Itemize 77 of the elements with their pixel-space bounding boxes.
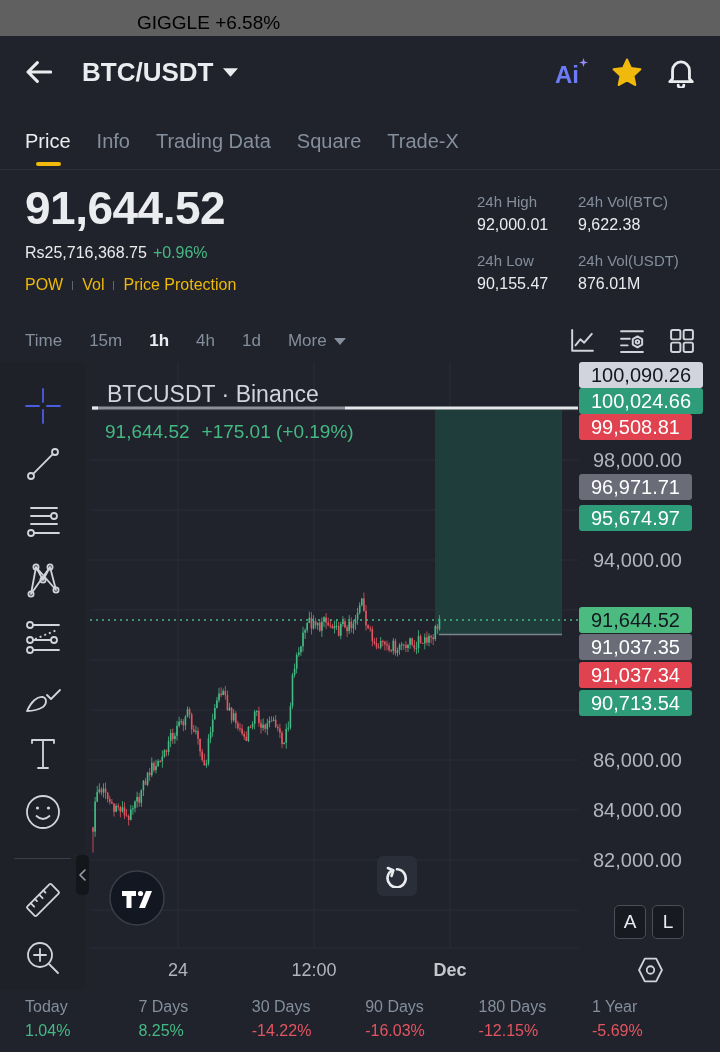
period-label: Today xyxy=(25,997,68,1017)
price-tag: 91,037.34 xyxy=(579,662,692,688)
interval-tab[interactable]: Time xyxy=(25,330,63,352)
info-link[interactable]: Vol xyxy=(82,273,105,297)
period-change: -5.69% xyxy=(591,1021,643,1041)
symbol-label: BTCUSDT · Binance xyxy=(107,381,319,407)
price-tag: 100,024.66 xyxy=(579,388,704,414)
stat-label: 24h Low xyxy=(477,251,534,271)
collapse-toolbar-button[interactable] xyxy=(76,855,89,895)
stat-label: 24h High xyxy=(477,192,538,212)
price-tag: 91,037.35 xyxy=(579,634,692,660)
price-tag: 95,674.97 xyxy=(579,505,692,531)
reset-icon xyxy=(386,864,408,888)
last-price: 91,644.52 xyxy=(25,183,227,233)
period-label: 180 Days xyxy=(478,997,547,1017)
scale-toggle-button[interactable]: L xyxy=(652,905,684,939)
stat-value: 876.01M xyxy=(578,274,641,294)
period-label: 90 Days xyxy=(365,997,424,1017)
settings-icon xyxy=(620,329,644,353)
stat-label: 24h Vol(BTC) xyxy=(578,192,669,212)
reset-chart-button[interactable] xyxy=(377,856,417,896)
price-change: +0.96% xyxy=(152,243,208,263)
price-axis-label: 98,000.00 xyxy=(593,448,682,472)
stat-label: 24h Vol(USDT) xyxy=(578,251,679,271)
period-label: 7 Days xyxy=(138,997,189,1017)
time-axis-label: 24 xyxy=(168,959,188,981)
back-button[interactable] xyxy=(23,58,55,86)
pair-selector[interactable]: BTC/USDT xyxy=(82,57,239,87)
chart-logo-icon xyxy=(109,870,165,926)
tab[interactable]: Trade-X xyxy=(387,108,459,169)
ticker-notice: GIGGLE +6.58% xyxy=(137,11,281,35)
layout-button[interactable] xyxy=(667,326,697,356)
price-tag: 90,713.54 xyxy=(579,690,692,716)
more-menu-button[interactable]: More xyxy=(287,330,346,352)
period-change: 1.04% xyxy=(25,1021,71,1041)
price-tag: 96,971.71 xyxy=(579,474,692,500)
tab[interactable]: Trading Data xyxy=(155,108,271,169)
legend-change: +175.01 (+0.19%) xyxy=(201,420,354,444)
local-currency-value: Rs25,716,368.75 xyxy=(25,243,147,263)
tab[interactable]: Info xyxy=(96,108,130,169)
stat-value: 90,155.47 xyxy=(477,274,549,294)
hexagon-settings-icon xyxy=(637,957,663,983)
period-label: 30 Days xyxy=(251,997,311,1017)
period-change: -12.15% xyxy=(478,1021,539,1041)
period-label: 1 Year xyxy=(591,997,638,1017)
sparkle-icon xyxy=(579,57,588,67)
caret-down-icon xyxy=(223,67,239,77)
legend-price: 91,644.52 xyxy=(105,420,190,444)
chevron-left-icon xyxy=(79,869,86,881)
grid-icon xyxy=(670,329,694,353)
period-change: 8.25% xyxy=(138,1021,184,1041)
price-axis-label: 84,000.00 xyxy=(593,798,682,822)
back-arrow-icon xyxy=(26,61,52,83)
tab[interactable]: Square xyxy=(296,108,362,169)
time-axis-label: Dec xyxy=(433,959,467,981)
price-axis-label: 82,000.00 xyxy=(593,848,682,872)
stat-value: 9,622.38 xyxy=(578,215,641,235)
price-axis-label: 86,000.00 xyxy=(593,748,682,772)
price-tag: 99,508.81 xyxy=(579,414,692,440)
scale-toggle-button[interactable]: A xyxy=(614,905,646,939)
price-tag: 91,644.52 xyxy=(579,607,692,633)
price-tag: 100,090.26 xyxy=(579,362,704,388)
period-change: -16.03% xyxy=(365,1021,425,1041)
interval-tab[interactable]: 1h xyxy=(149,330,170,352)
time-axis-label: 12:00 xyxy=(291,959,337,981)
stat-value: 92,000.01 xyxy=(477,215,549,235)
interval-tab[interactable]: 1d xyxy=(242,330,261,352)
caret-down-icon xyxy=(333,337,346,345)
info-link[interactable]: POW xyxy=(25,273,64,297)
tab[interactable]: Price xyxy=(25,108,71,169)
ai-button[interactable]: Ai xyxy=(555,57,588,87)
info-link[interactable]: Price Protection xyxy=(123,273,237,297)
interval-tab[interactable]: 4h xyxy=(196,330,215,352)
indicator-chart-icon xyxy=(570,329,594,353)
price-axis-label: 94,000.00 xyxy=(593,548,682,572)
period-change: -14.22% xyxy=(251,1021,312,1041)
interval-tab[interactable]: 15m xyxy=(89,330,123,352)
